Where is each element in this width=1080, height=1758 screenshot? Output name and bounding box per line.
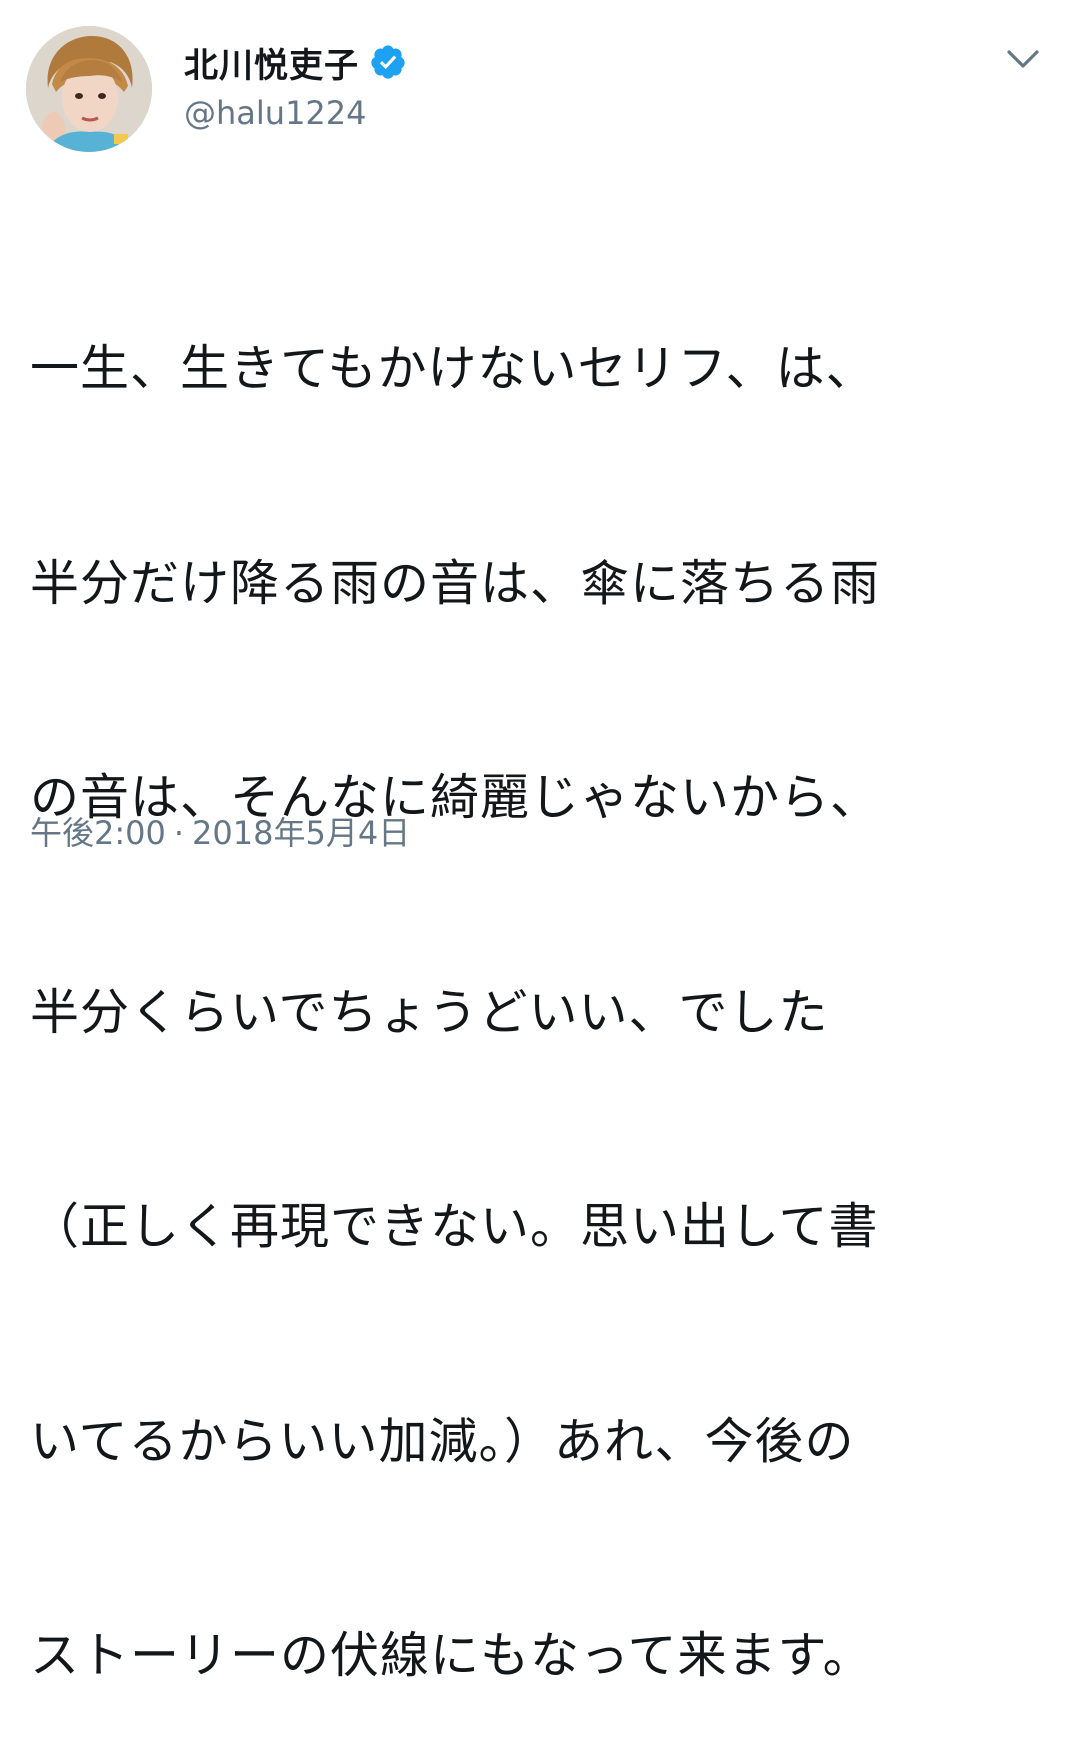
display-name-row: 北川悦吏子	[184, 38, 407, 86]
tweet-text-line: 一生、生きてもかけないセリフ、は、	[30, 340, 876, 397]
tweet-date: 2018年5月4日	[192, 814, 411, 852]
verified-badge-icon	[369, 43, 407, 81]
tweet-text: 一生、生きてもかけないセリフ、は、 半分だけ降る雨の音は、傘に落ちる雨 の音は、…	[30, 190, 1060, 1758]
user-handle[interactable]: @halu1224	[184, 94, 407, 132]
tweet-timestamp[interactable]: 午後2:00 · 2018年5月4日	[30, 808, 410, 854]
avatar-image	[26, 26, 152, 152]
tweet-header: 北川悦吏子 @halu1224	[26, 26, 1054, 156]
tweet-text-line: いてるからいい加減。）あれ、今後の	[30, 1412, 855, 1470]
tweet-time: 午後2:00	[30, 814, 166, 852]
tweet-text-line: （正しく再現できない。思い出して書	[30, 1198, 879, 1255]
tweet-text-line: ストーリーの伏線にもなって来ます。	[30, 1627, 873, 1684]
tweet-text-line: 半分だけ降る雨の音は、傘に落ちる雨	[30, 554, 881, 612]
tweet-card: 北川悦吏子 @halu1224 一生、生きてもかけないセリフ、は、 半分だけ降る…	[0, 0, 1080, 1684]
avatar[interactable]	[26, 26, 152, 152]
separator: ·	[173, 814, 185, 852]
display-name[interactable]: 北川悦吏子	[184, 38, 359, 87]
chevron-down-icon[interactable]	[1006, 48, 1040, 70]
tweet-text-line: 半分くらいでちょうどいい、でした	[30, 983, 829, 1041]
user-names: 北川悦吏子 @halu1224	[184, 38, 407, 132]
